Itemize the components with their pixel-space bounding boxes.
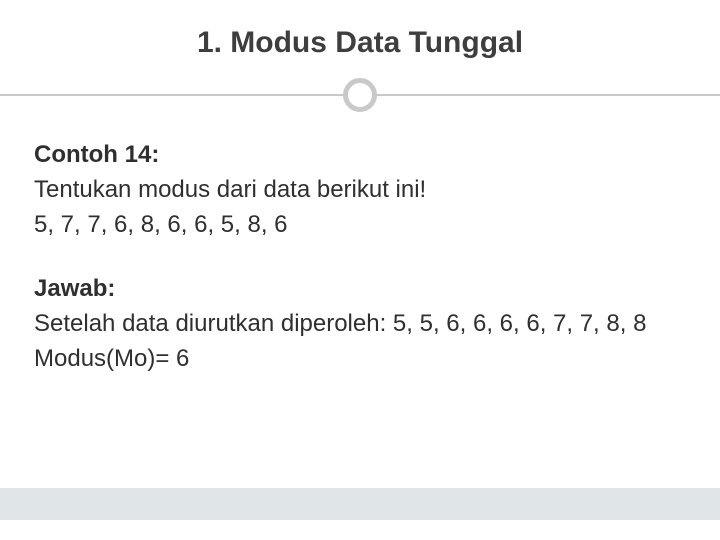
answer-heading: Jawab: xyxy=(34,272,686,307)
bottom-band xyxy=(0,488,720,520)
answer-block: Jawab: Setelah data diurutkan diperoleh:… xyxy=(34,272,686,376)
answer-result: Modus(Mo)= 6 xyxy=(34,342,686,377)
slide-title: 1. Modus Data Tunggal xyxy=(0,26,720,60)
question-heading: Contoh 14: xyxy=(34,138,686,173)
circle-accent-icon xyxy=(343,78,377,112)
slide: 1. Modus Data Tunggal Contoh 14: Tentuka… xyxy=(0,0,720,540)
question-data: 5, 7, 7, 6, 8, 6, 6, 5, 8, 6 xyxy=(34,208,686,243)
answer-sorted: Setelah data diurutkan diperoleh: 5, 5, … xyxy=(34,307,686,342)
question-prompt: Tentukan modus dari data berikut ini! xyxy=(34,173,686,208)
question-block: Contoh 14: Tentukan modus dari data beri… xyxy=(34,138,686,242)
slide-content: Contoh 14: Tentukan modus dari data beri… xyxy=(34,138,686,377)
